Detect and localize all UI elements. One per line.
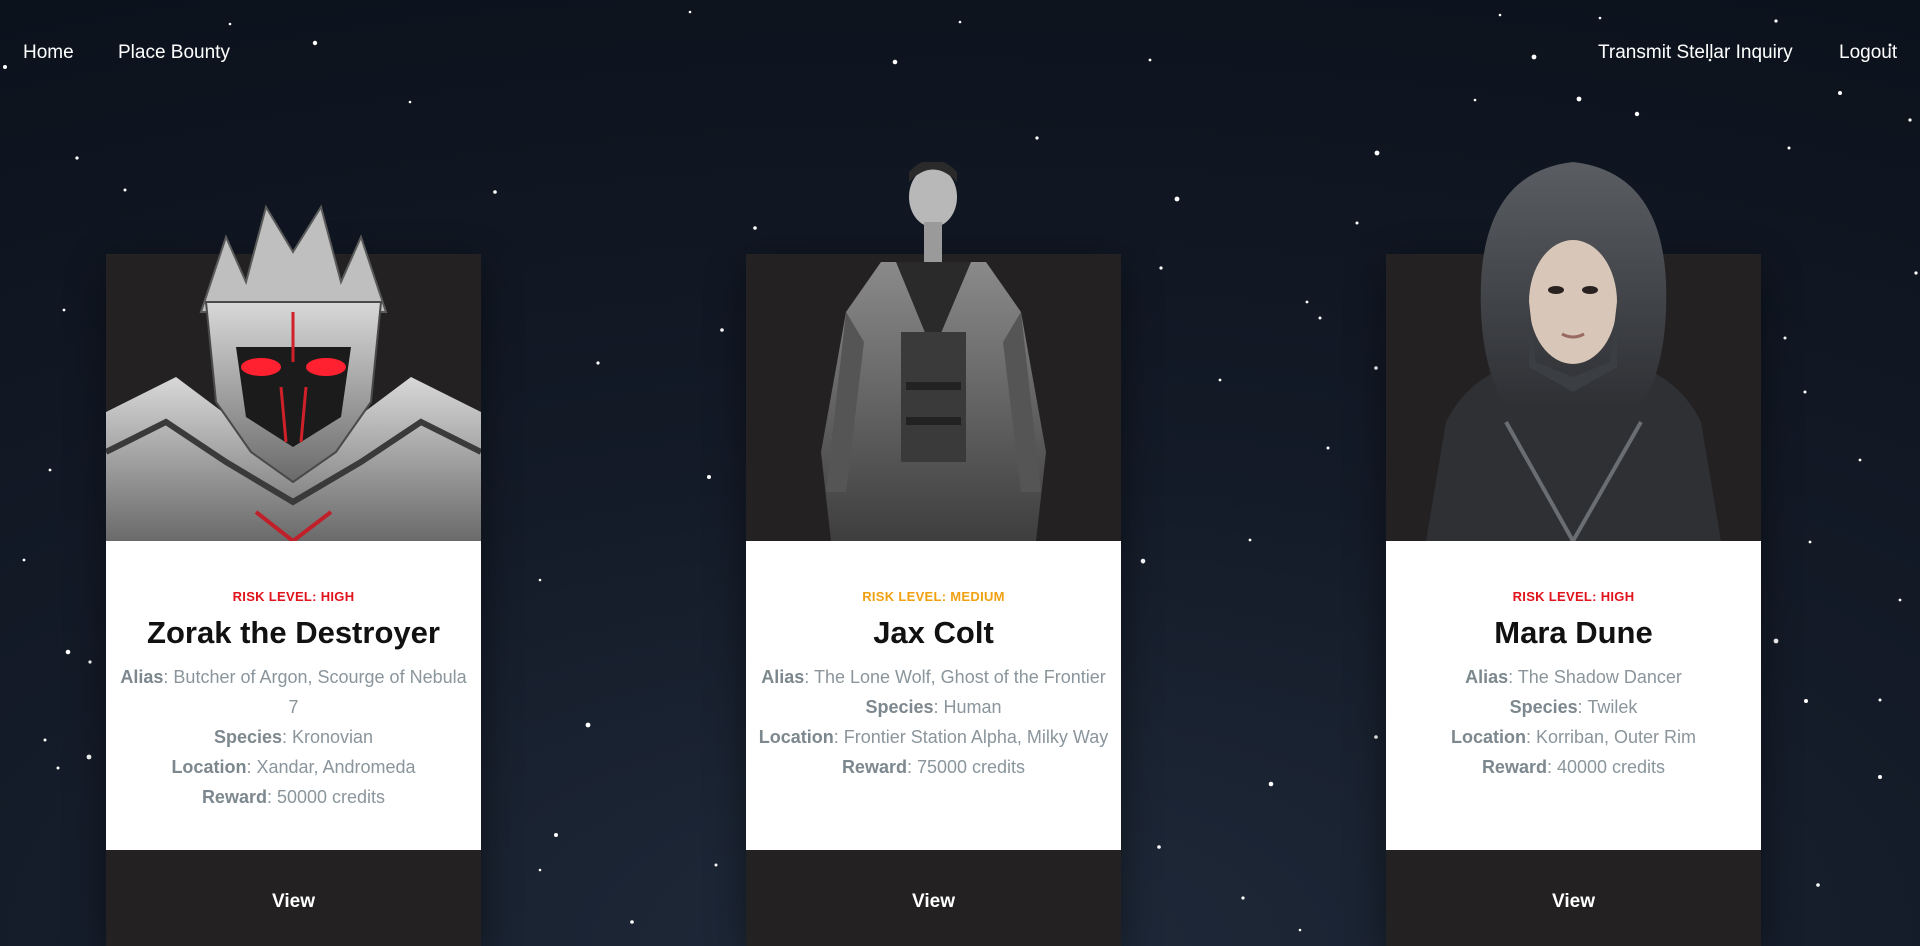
location-line: Location: Xandar, Andromeda xyxy=(118,752,469,782)
nav-transmit-stellar-inquiry-link[interactable]: Transmit Stellar Inquiry xyxy=(1598,42,1793,64)
nav-logout-link[interactable]: Logout xyxy=(1839,42,1897,64)
alias-value: : Butcher of Argon, Scourge of Nebula 7 xyxy=(163,667,467,717)
alias-label: Alias xyxy=(120,667,164,687)
location-label: Location xyxy=(171,757,247,777)
location-label: Location xyxy=(1450,727,1526,747)
view-button[interactable]: View xyxy=(912,891,955,913)
reward-line: Reward: 50000 credits xyxy=(118,782,469,812)
species-label: Species xyxy=(1509,697,1578,717)
species-label: Species xyxy=(865,697,934,717)
reward-label: Reward xyxy=(1481,757,1547,777)
reward-value: : 50000 credits xyxy=(266,787,386,807)
alias-value: : The Lone Wolf, Ghost of the Frontier xyxy=(804,667,1106,687)
view-button-area: View xyxy=(1386,850,1761,946)
view-button-area: View xyxy=(106,850,481,946)
alias-label: Alias xyxy=(761,667,805,687)
nav-place-bounty-link[interactable]: Place Bounty xyxy=(118,42,230,64)
reward-label: Reward xyxy=(201,787,267,807)
bounty-details: Alias: The Shadow Dancer Species: Twilek… xyxy=(1398,662,1749,782)
species-value: : Twilek xyxy=(1577,697,1638,717)
reward-label: Reward xyxy=(841,757,907,777)
armored-alien-portrait xyxy=(106,162,481,541)
view-button[interactable]: View xyxy=(1552,891,1595,913)
location-label: Location xyxy=(758,727,834,747)
species-line: Species: Kronovian xyxy=(118,722,469,752)
reward-value: : 75000 credits xyxy=(906,757,1026,777)
bounty-details: Alias: Butcher of Argon, Scourge of Nebu… xyxy=(118,662,469,812)
bounty-info-panel: RISK LEVEL: MEDIUM Jax Colt Alias: The L… xyxy=(746,541,1121,850)
risk-level-label: RISK LEVEL: MEDIUM xyxy=(862,589,1005,604)
trenchcoat-man-portrait xyxy=(746,162,1121,541)
view-button-area: View xyxy=(746,850,1121,946)
alias-line: Alias: Butcher of Argon, Scourge of Nebu… xyxy=(118,662,469,722)
alias-line: Alias: The Shadow Dancer xyxy=(1398,662,1749,692)
risk-level-label: RISK LEVEL: HIGH xyxy=(232,589,355,604)
bounty-name: Jax Colt xyxy=(873,615,994,650)
bounty-card: RISK LEVEL: HIGH Mara Dune Alias: The Sh… xyxy=(1386,162,1761,946)
bounty-name: Zorak the Destroyer xyxy=(147,615,440,650)
nav-home-link[interactable]: Home xyxy=(23,42,74,64)
bounty-info-panel: RISK LEVEL: HIGH Zorak the Destroyer Ali… xyxy=(106,541,481,850)
risk-level-label: RISK LEVEL: HIGH xyxy=(1512,589,1635,604)
location-line: Location: Korriban, Outer Rim xyxy=(1398,722,1749,752)
species-line: Species: Human xyxy=(758,692,1109,722)
alias-value: : The Shadow Dancer xyxy=(1508,667,1682,687)
bounty-card: RISK LEVEL: HIGH Zorak the Destroyer Ali… xyxy=(106,204,481,946)
alias-line: Alias: The Lone Wolf, Ghost of the Front… xyxy=(758,662,1109,692)
view-button[interactable]: View xyxy=(272,891,315,913)
alias-label: Alias xyxy=(1465,667,1509,687)
top-navigation: Home Place Bounty Transmit Stellar Inqui… xyxy=(0,0,1920,110)
bounty-card: RISK LEVEL: MEDIUM Jax Colt Alias: The L… xyxy=(746,162,1121,946)
bounty-info-panel: RISK LEVEL: HIGH Mara Dune Alias: The Sh… xyxy=(1386,541,1761,850)
location-line: Location: Frontier Station Alpha, Milky … xyxy=(758,722,1109,752)
location-value: : Frontier Station Alpha, Milky Way xyxy=(833,727,1109,747)
species-label: Species xyxy=(213,727,282,747)
location-value: : Xandar, Andromeda xyxy=(246,757,416,777)
species-value: : Human xyxy=(933,697,1002,717)
bounty-details: Alias: The Lone Wolf, Ghost of the Front… xyxy=(758,662,1109,782)
hooded-woman-portrait xyxy=(1386,162,1761,541)
bounty-name: Mara Dune xyxy=(1494,615,1653,650)
species-line: Species: Twilek xyxy=(1398,692,1749,722)
reward-line: Reward: 75000 credits xyxy=(758,752,1109,782)
species-value: : Kronovian xyxy=(281,727,374,747)
reward-value: : 40000 credits xyxy=(1546,757,1666,777)
reward-line: Reward: 40000 credits xyxy=(1398,752,1749,782)
location-value: : Korriban, Outer Rim xyxy=(1525,727,1697,747)
